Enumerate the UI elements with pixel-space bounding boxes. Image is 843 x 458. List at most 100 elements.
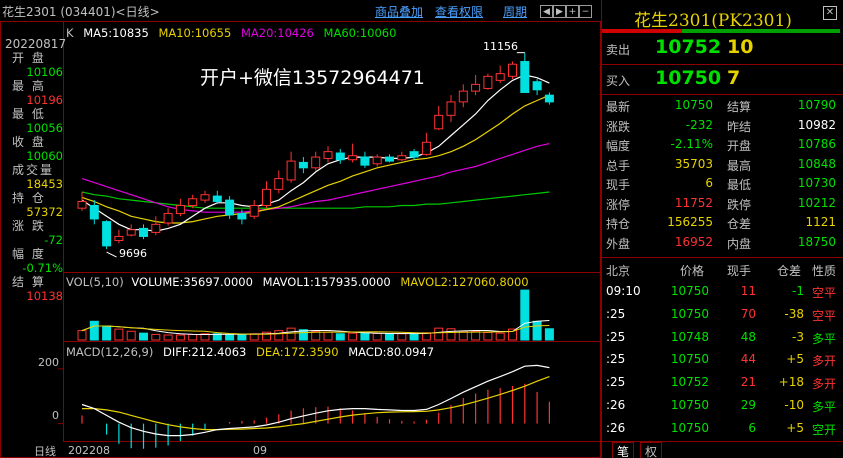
candle-body — [151, 223, 161, 233]
quote-stat-label: 总手 — [606, 158, 631, 173]
candle-body — [225, 199, 235, 216]
volume-bar — [409, 332, 419, 341]
stripe-green — [682, 29, 840, 33]
candle-body — [212, 195, 222, 202]
tick-oi-change: -10 — [784, 398, 804, 412]
quote-stat-label: 结算 — [727, 100, 752, 114]
volume-bar — [225, 334, 235, 341]
volume-bar — [274, 330, 284, 341]
candle-body — [298, 161, 308, 169]
ask-price: 10752 — [655, 36, 722, 58]
candle-body — [495, 73, 505, 81]
tick-time: :25 — [606, 306, 626, 321]
quote-stat-label: 仓差 — [727, 217, 752, 231]
quote-stat-value: 18750 — [797, 234, 836, 249]
macd-axis-0: 0 — [52, 409, 59, 422]
tab-trades[interactable]: 笔 — [612, 442, 635, 458]
period-label[interactable]: 日线 — [34, 443, 56, 458]
ticks-col-nature: 性质 — [812, 264, 837, 278]
quote-stat-label: 最低 — [727, 178, 752, 192]
volume-bar — [348, 332, 358, 341]
candle-body — [520, 61, 530, 93]
quote-stat-value: 10730 — [797, 176, 836, 190]
candle-body — [139, 227, 148, 237]
candle-body — [421, 141, 431, 155]
volume-bar — [114, 328, 124, 341]
ma20-label: MA20:10426 — [240, 26, 314, 40]
tick-hand: 21 — [740, 375, 756, 390]
ticks-col-oichg: 仓差 — [777, 264, 802, 278]
ticks-col-price: 价格 — [680, 264, 705, 278]
candle-body — [458, 90, 468, 103]
tick-oi-change: +5 — [786, 352, 804, 367]
volume-indicator-row: VOL(5,10) VOLUME:35697.0000 MAVOL1:15793… — [66, 275, 529, 289]
volume-bar — [495, 332, 505, 341]
candle-body — [385, 156, 394, 162]
candle-body — [262, 188, 271, 206]
tick-hand: 70 — [740, 306, 756, 321]
candle-body — [348, 155, 358, 161]
quote-stat-value: 35703 — [674, 156, 713, 171]
tick-price: 10750 — [670, 398, 709, 412]
bid-volume: 7 — [727, 67, 741, 89]
quote-stat-value: -232 — [685, 117, 713, 132]
tick-hand: 48 — [740, 329, 756, 344]
quote-stat-label: 跌停 — [727, 197, 752, 212]
tick-hand: 11 — [740, 284, 756, 298]
candle-body — [397, 155, 407, 161]
trading-screen: 花生2301 (034401)<日线> 商品叠加 查看权限 周期 ◀ ▶ + −… — [0, 0, 843, 458]
tick-time: :25 — [606, 352, 626, 367]
quote-stat-label: 最新 — [606, 100, 631, 114]
tick-time: :25 — [606, 329, 626, 344]
close-icon[interactable]: ✕ — [823, 6, 837, 20]
quote-stat-label: 外盘 — [606, 236, 631, 251]
volume-bar — [446, 328, 456, 341]
quote-stat-label: 内盘 — [727, 236, 752, 251]
quote-stat-value: 1121 — [805, 215, 836, 229]
candle-body — [77, 200, 87, 209]
candle-body — [249, 204, 259, 217]
tick-oi-change: +5 — [786, 420, 804, 435]
volume-bar — [483, 332, 493, 341]
candle-body — [446, 101, 456, 116]
quote-panel — [600, 0, 843, 458]
tick-oi-change: +18 — [778, 375, 804, 390]
quote-stat-value: 10786 — [797, 137, 836, 151]
bid-price: 10750 — [655, 67, 722, 89]
stripe-red — [602, 29, 682, 33]
tick-nature: 多平 — [812, 331, 837, 346]
macd-axis-200: 200 — [38, 356, 59, 369]
xaxis-date-2: 09 — [253, 444, 267, 457]
tick-hand: 29 — [740, 398, 756, 412]
tick-nature: 空平 — [812, 286, 837, 300]
candle-body — [471, 83, 481, 92]
tick-hand: 6 — [748, 420, 756, 435]
candle-body — [434, 114, 444, 130]
volume-bar — [126, 330, 136, 341]
volume-bar — [385, 333, 394, 341]
tick-hand: 44 — [740, 352, 756, 367]
volume-bar — [372, 332, 382, 341]
tick-nature: 空开 — [812, 422, 837, 437]
tab-rights[interactable]: 权 — [640, 442, 663, 458]
tick-price: 10750 — [670, 352, 709, 367]
low-marker-line — [106, 251, 117, 258]
tick-oi-change: -38 — [784, 306, 804, 321]
tick-oi-change: -1 — [792, 284, 804, 298]
volume-bar — [77, 330, 87, 341]
volume-bar — [286, 327, 296, 341]
volume-bar — [237, 334, 247, 341]
volume-bar — [520, 289, 530, 341]
quote-stat-value: 10848 — [797, 156, 836, 171]
volume-bar — [188, 333, 198, 341]
volume-bar — [89, 320, 99, 341]
tick-oi-change: -3 — [792, 329, 804, 344]
volume-bar — [102, 325, 112, 341]
xaxis-date-1: 202208 — [68, 444, 110, 457]
bid-row: 买入 — [606, 74, 631, 88]
tick-nature: 空平 — [812, 308, 837, 323]
quote-stat-value: 16952 — [674, 234, 713, 249]
quote-stat-value: 10982 — [797, 117, 836, 132]
tick-price: 10750 — [670, 284, 709, 298]
quote-stat-value: 11752 — [674, 195, 713, 210]
